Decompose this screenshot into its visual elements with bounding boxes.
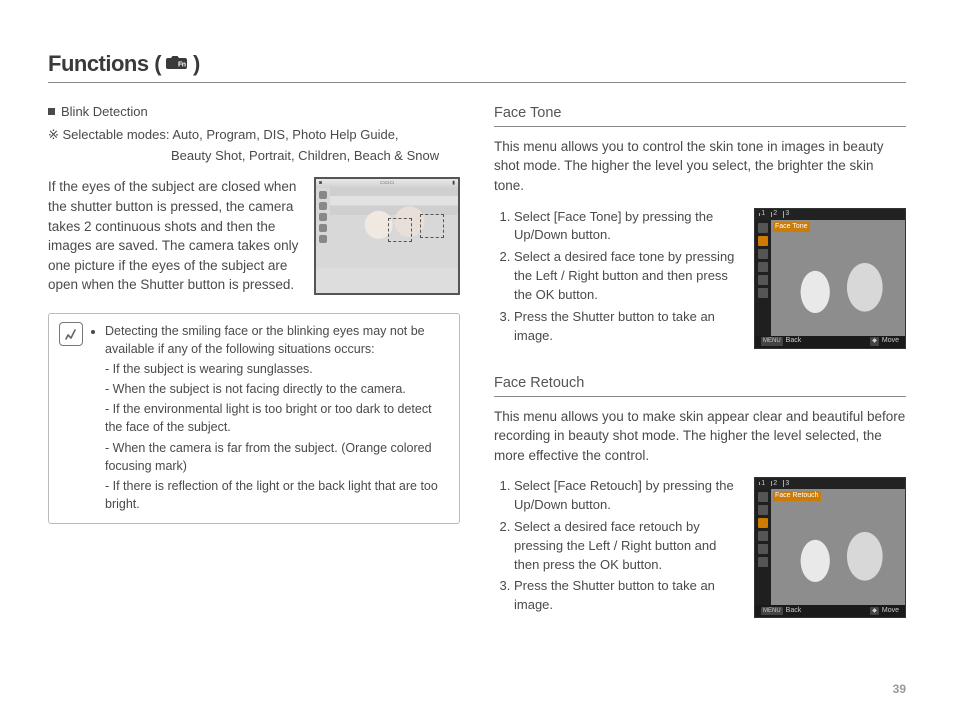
battery-icon: ▮ (452, 180, 455, 187)
level-icon: 3 (783, 209, 789, 219)
menu-key-icon: MENU (761, 607, 783, 616)
thumb-side-icons (316, 188, 330, 268)
step-item: Select a desired face tone by pressing t… (514, 248, 744, 305)
level-icon: 3 (783, 479, 789, 489)
side-icon (319, 202, 327, 210)
camera-fn-icon: Fn (165, 48, 189, 80)
osd-level-bar: 1 2 3 (755, 478, 905, 489)
note-content: Detecting the smiling face or the blinki… (91, 322, 449, 515)
level-icon: 1 (759, 209, 765, 219)
note-item: When the camera is far from the subject.… (105, 439, 449, 475)
step-item: Press the Shutter button to take an imag… (514, 577, 744, 615)
dpad-key-icon: ◆ (870, 337, 879, 346)
osd-label: Face Retouch (773, 491, 821, 501)
side-icon (319, 235, 327, 243)
mode-icon: ◙ (319, 180, 322, 187)
osd-back-label: Back (786, 606, 802, 616)
thumb-photo (330, 188, 458, 268)
note-item: If there is reflection of the light or t… (105, 477, 449, 513)
osd-label: Face Tone (773, 222, 810, 232)
svg-text:Fn: Fn (178, 62, 186, 69)
osd-sidebar (755, 220, 771, 336)
face-tone-steps: Select [Face Tone] by pressing the Up/Do… (494, 208, 744, 349)
osd-move-label: Move (882, 336, 899, 346)
face-focus-box (388, 218, 412, 242)
menu-key-icon: MENU (761, 337, 783, 346)
osd-move: ◆ Move (870, 336, 899, 346)
selectable-modes: ※ Selectable modes: Auto, Program, DIS, … (48, 126, 460, 145)
side-icon (319, 224, 327, 232)
face-retouch-steps: Select [Face Retouch] by pressing the Up… (494, 477, 744, 618)
page-title-row: Functions ( Fn ) (48, 48, 906, 83)
note-item: When the subject is not facing directly … (105, 380, 449, 398)
face-tone-osd: 1 2 3 Face (754, 208, 906, 349)
page-title: Functions ( Fn ) (48, 48, 200, 80)
modes-line2: Beauty Shot, Portrait, Children, Beach &… (171, 147, 439, 166)
side-icon (319, 213, 327, 221)
osd-menu-item-selected (758, 518, 768, 528)
osd-menu-item (758, 275, 768, 285)
camera-preview-thumbnail: ◙ ▭▭▭ ▮ (314, 177, 460, 294)
level-icon: 1 (759, 479, 765, 489)
blink-body-text: If the eyes of the subject are closed wh… (48, 177, 302, 294)
face-tone-heading: Face Tone (494, 103, 906, 127)
left-column: Blink Detection ※ Selectable modes: Auto… (48, 103, 460, 642)
osd-menu-item (758, 288, 768, 298)
osd-sidebar (755, 489, 771, 605)
face-retouch-desc: This menu allows you to make skin appear… (494, 407, 906, 466)
step-item: Press the Shutter button to take an imag… (514, 308, 744, 346)
osd-back: MENU Back (761, 336, 801, 346)
osd-menu-item (758, 505, 768, 515)
osd-back-label: Back (786, 336, 802, 346)
osd-move-label: Move (882, 606, 899, 616)
osd-menu-item (758, 557, 768, 567)
level-icon: 2 (771, 479, 777, 489)
blink-heading-text: Blink Detection (61, 103, 148, 122)
page-number: 39 (893, 681, 906, 698)
modes-label: ※ Selectable modes: (48, 127, 169, 142)
right-column: Face Tone This menu allows you to contro… (494, 103, 906, 642)
title-prefix: Functions ( (48, 48, 161, 80)
counter-icon: ▭▭▭ (380, 180, 394, 187)
note-icon (59, 322, 83, 346)
osd-menu-item (758, 531, 768, 541)
osd-menu-item (758, 544, 768, 554)
blink-detection-heading: Blink Detection (48, 103, 460, 122)
face-tone-desc: This menu allows you to control the skin… (494, 137, 906, 196)
osd-bottom-bar: MENU Back ◆ Move (755, 336, 905, 348)
note-item: If the subject is wearing sunglasses. (105, 360, 449, 378)
note-box: Detecting the smiling face or the blinki… (48, 313, 460, 524)
modes-line1: Auto, Program, DIS, Photo Help Guide, (172, 127, 398, 142)
osd-menu-item-selected (758, 236, 768, 246)
osd-photo: Face Tone (771, 220, 905, 336)
title-suffix: ) (193, 48, 200, 80)
step-item: Select a desired face retouch by pressin… (514, 518, 744, 575)
face-retouch-osd: 1 2 3 Face (754, 477, 906, 618)
osd-level-bar: 1 2 3 (755, 209, 905, 220)
osd-menu-item (758, 223, 768, 233)
face-focus-box (420, 214, 444, 238)
osd-menu-item (758, 492, 768, 502)
osd-menu-item (758, 249, 768, 259)
level-icon: 2 (771, 209, 777, 219)
osd-back: MENU Back (761, 606, 801, 616)
step-item: Select [Face Retouch] by pressing the Up… (514, 477, 744, 515)
square-bullet-icon (48, 108, 55, 115)
osd-bottom-bar: MENU Back ◆ Move (755, 605, 905, 617)
step-item: Select [Face Tone] by pressing the Up/Do… (514, 208, 744, 246)
osd-photo: Face Retouch (771, 489, 905, 605)
thumb-top-icons: ◙ ▭▭▭ ▮ (316, 179, 458, 188)
osd-menu-item (758, 262, 768, 272)
dpad-key-icon: ◆ (870, 607, 879, 616)
note-item: If the environmental light is too bright… (105, 400, 449, 436)
osd-move: ◆ Move (870, 606, 899, 616)
side-icon (319, 191, 327, 199)
face-retouch-heading: Face Retouch (494, 373, 906, 397)
note-intro: Detecting the smiling face or the blinki… (105, 324, 425, 356)
